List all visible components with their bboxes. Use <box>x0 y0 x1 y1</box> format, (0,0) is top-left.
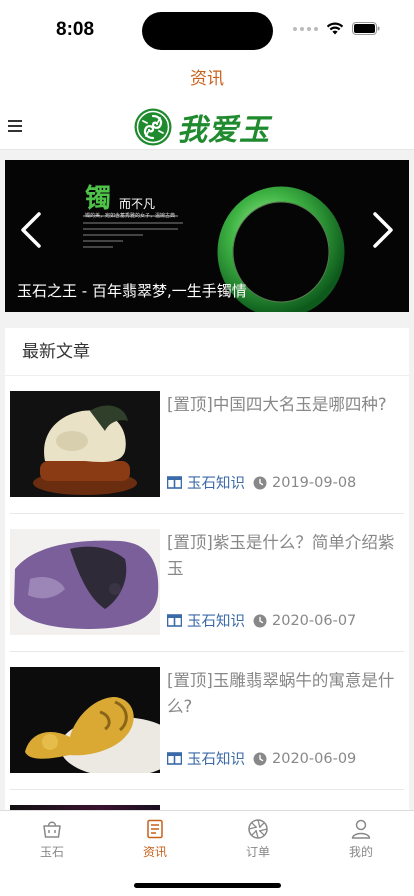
section-title: 最新文章 <box>5 328 409 376</box>
brand-logo[interactable]: 我爱玉 <box>133 105 270 149</box>
tab-orders[interactable]: 订单 <box>228 817 288 860</box>
article-title[interactable]: [置顶]中国四大名玉是哪四种? <box>167 392 401 418</box>
aperture-icon <box>248 819 268 839</box>
banner-headline: 镯 而不凡 <box>85 178 155 215</box>
article-meta: 玉石知识 2020-06-09 <box>167 748 356 769</box>
tab-label: 我的 <box>348 845 373 859</box>
chevron-right-icon[interactable] <box>369 210 397 250</box>
article-thumbnail[interactable] <box>10 391 160 497</box>
article-category[interactable]: 玉石知识 <box>187 610 245 631</box>
news-icon <box>147 819 163 839</box>
tab-profile[interactable]: 我的 <box>331 817 391 860</box>
article-item[interactable]: [置顶]中国四大名玉是哪四种? 玉石知识 2019-09-08 <box>10 376 404 514</box>
article-list-panel: 最新文章 [置顶]中国四大名玉是哪四种? 玉石知识 2019-09-08 [置顶… <box>5 328 409 810</box>
brand-name: 我爱玉 <box>177 113 270 148</box>
book-icon <box>167 752 182 765</box>
tab-label: 资讯 <box>142 845 167 859</box>
clock-icon <box>253 476 267 489</box>
article-title[interactable]: [置顶]玉雕翡翠蜗牛的寓意是什么? <box>167 668 401 720</box>
status-bar: 8:08 <box>0 0 414 60</box>
article-item[interactable]: [置顶]玉雕翡翠蜗牛的寓意是什么? 玉石知识 2020-06-09 <box>10 652 404 790</box>
article-item[interactable]: [置顶]紫玉是什么？简单介绍紫玉 玉石知识 2020-06-07 <box>10 514 404 652</box>
article-title[interactable]: [置顶]紫玉是什么？简单介绍紫玉 <box>167 530 401 582</box>
article-thumbnail[interactable] <box>10 529 160 635</box>
wifi-icon <box>326 22 344 35</box>
article-thumbnail[interactable] <box>10 667 160 773</box>
banner-carousel[interactable]: 镯 而不凡 镯的美，宛如含蓄秀雅的女子，温婉古典 玉石之王 - 百年翡翠梦,一生… <box>5 160 409 312</box>
dynamic-island <box>142 12 273 50</box>
hamburger-menu-icon[interactable] <box>8 120 22 132</box>
user-icon <box>351 819 371 839</box>
tab-jade[interactable]: 玉石 <box>22 817 82 860</box>
article-meta: 玉石知识 2020-06-07 <box>167 610 356 631</box>
tab-news[interactable]: 资讯 <box>125 817 185 860</box>
book-icon <box>167 476 182 489</box>
status-icons <box>293 22 380 35</box>
banner-headline-char: 镯 <box>85 184 112 214</box>
book-icon <box>167 614 182 627</box>
article-date: 2019-09-08 <box>272 474 357 491</box>
clock-icon <box>253 752 267 765</box>
banner-caption: 玉石之王 - 百年翡翠梦,一生手镯情 <box>17 282 247 300</box>
banner-tagline: 镯的美，宛如含蓄秀雅的女子，温婉古典 <box>85 213 176 219</box>
article-date: 2020-06-09 <box>272 750 357 767</box>
jade-logo-icon <box>134 108 172 146</box>
bag-icon <box>43 821 61 838</box>
battery-icon <box>352 22 380 35</box>
page-title: 资讯 <box>0 60 414 98</box>
article-date: 2020-06-07 <box>272 612 357 629</box>
tab-label: 订单 <box>245 845 270 859</box>
signal-icon <box>293 26 318 31</box>
clock-icon <box>253 614 267 627</box>
bottom-tab-bar: 玉石 资讯 订单 我的 <box>0 810 414 896</box>
banner-headline-rest: 而不凡 <box>119 197 156 211</box>
tab-label: 玉石 <box>39 845 64 859</box>
status-time: 8:08 <box>56 19 95 40</box>
article-category[interactable]: 玉石知识 <box>187 748 245 769</box>
chevron-left-icon[interactable] <box>17 210 45 250</box>
site-header: 我爱玉 <box>0 98 414 150</box>
home-indicator[interactable] <box>134 883 281 888</box>
article-category[interactable]: 玉石知识 <box>187 472 245 493</box>
article-item-partial[interactable] <box>10 790 404 810</box>
article-meta: 玉石知识 2019-09-08 <box>167 472 356 493</box>
